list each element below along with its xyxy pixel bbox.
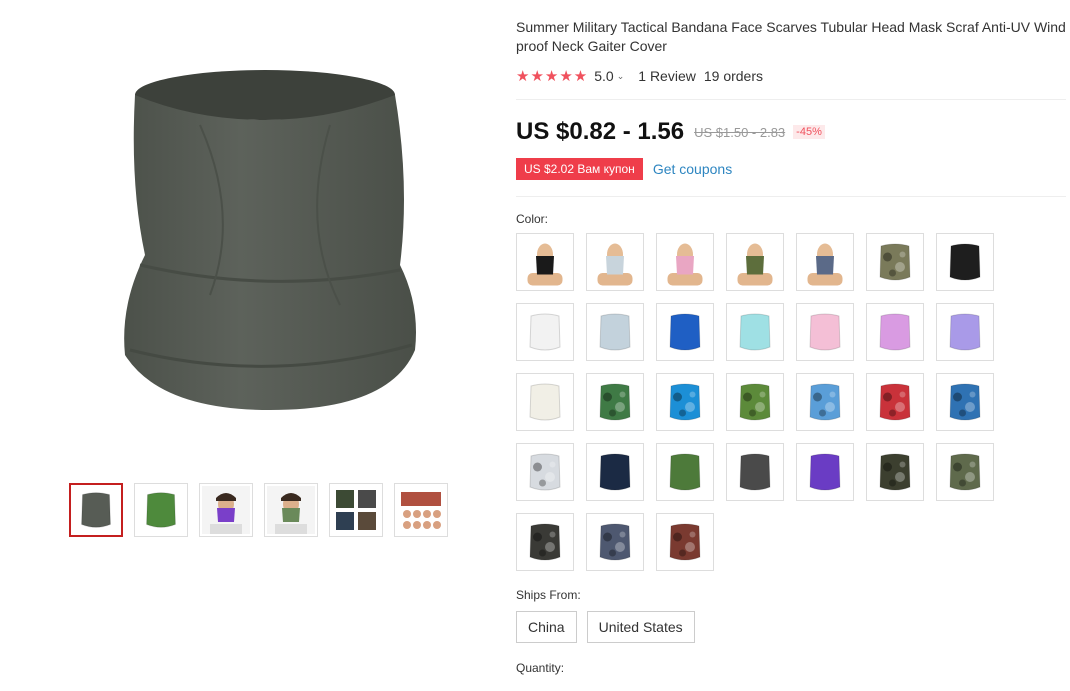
coupon-row: US $2.02 Вам купон Get coupons — [516, 158, 1068, 180]
ships-from-label: Ships From: — [516, 588, 581, 602]
gallery-thumbnail[interactable] — [329, 483, 383, 537]
gallery-thumbnail[interactable] — [134, 483, 188, 537]
gallery-thumbnail[interactable] — [264, 483, 318, 537]
color-swatch[interactable] — [586, 233, 644, 291]
rating-stars: ★★★★★ — [516, 68, 589, 85]
color-swatch[interactable] — [516, 373, 574, 431]
reviews-link[interactable]: 1 Review — [638, 68, 696, 84]
color-swatch[interactable] — [866, 443, 924, 501]
price-row: US $0.82 - 1.56 US $1.50 - 2.83 -45% — [516, 118, 1068, 146]
color-swatch[interactable] — [936, 373, 994, 431]
ships-from-options: China United States — [516, 611, 1068, 643]
color-swatch[interactable] — [726, 233, 784, 291]
rating-value[interactable]: 5.0 — [594, 68, 613, 84]
color-swatch[interactable] — [936, 303, 994, 361]
color-swatch[interactable] — [726, 443, 784, 501]
color-swatch[interactable] — [726, 303, 784, 361]
coupon-badge: US $2.02 Вам купон — [516, 158, 646, 180]
color-swatch-grid — [516, 233, 1068, 571]
color-swatch[interactable] — [656, 373, 714, 431]
orders-count: 19 orders — [703, 68, 764, 84]
original-price: US $1.50 - 2.83 — [694, 124, 786, 140]
color-swatch[interactable] — [656, 233, 714, 291]
product-info: Summer Military Tactical Bandana Face Sc… — [516, 18, 1068, 675]
color-swatch[interactable] — [796, 443, 854, 501]
color-swatch[interactable] — [796, 233, 854, 291]
color-swatch[interactable] — [796, 303, 854, 361]
color-swatch[interactable] — [936, 233, 994, 291]
ships-from-option[interactable]: United States — [586, 611, 695, 643]
color-swatch[interactable] — [586, 443, 644, 501]
discount-badge: -45% — [793, 125, 825, 139]
color-swatch[interactable] — [586, 513, 644, 571]
color-swatch[interactable] — [516, 513, 574, 571]
gallery-thumbnail[interactable] — [199, 483, 253, 537]
product-title: Summer Military Tactical Bandana Face Sc… — [516, 19, 1066, 54]
thumbnail-strip — [69, 483, 448, 537]
color-swatch[interactable] — [656, 303, 714, 361]
gallery-thumbnail[interactable] — [69, 483, 123, 537]
ships-from-option[interactable]: China — [516, 611, 577, 643]
neck-gaiter-image — [124, 70, 416, 410]
color-swatch[interactable] — [516, 233, 574, 291]
divider — [516, 196, 1066, 197]
quantity-label: Quantity: — [516, 661, 565, 675]
divider — [516, 99, 1066, 100]
color-swatch[interactable] — [796, 373, 854, 431]
color-swatch[interactable] — [586, 373, 644, 431]
chevron-down-icon[interactable]: ⌄ — [617, 71, 625, 82]
current-price: US $0.82 - 1.56 — [516, 118, 685, 145]
color-swatch[interactable] — [936, 443, 994, 501]
color-swatch[interactable] — [516, 443, 574, 501]
rating-row: ★★★★★ 5.0 ⌄ 1 Review 19 orders — [516, 67, 1068, 85]
gallery-thumbnail[interactable] — [394, 483, 448, 537]
color-label: Color: — [516, 212, 549, 226]
color-swatch[interactable] — [866, 303, 924, 361]
main-product-image[interactable] — [60, 40, 470, 450]
get-coupons-link[interactable]: Get coupons — [653, 161, 732, 177]
color-swatch[interactable] — [586, 303, 644, 361]
color-swatch[interactable] — [726, 373, 784, 431]
color-swatch[interactable] — [866, 373, 924, 431]
color-swatch[interactable] — [516, 303, 574, 361]
color-swatch[interactable] — [656, 513, 714, 571]
color-swatch[interactable] — [866, 233, 924, 291]
color-swatch[interactable] — [656, 443, 714, 501]
